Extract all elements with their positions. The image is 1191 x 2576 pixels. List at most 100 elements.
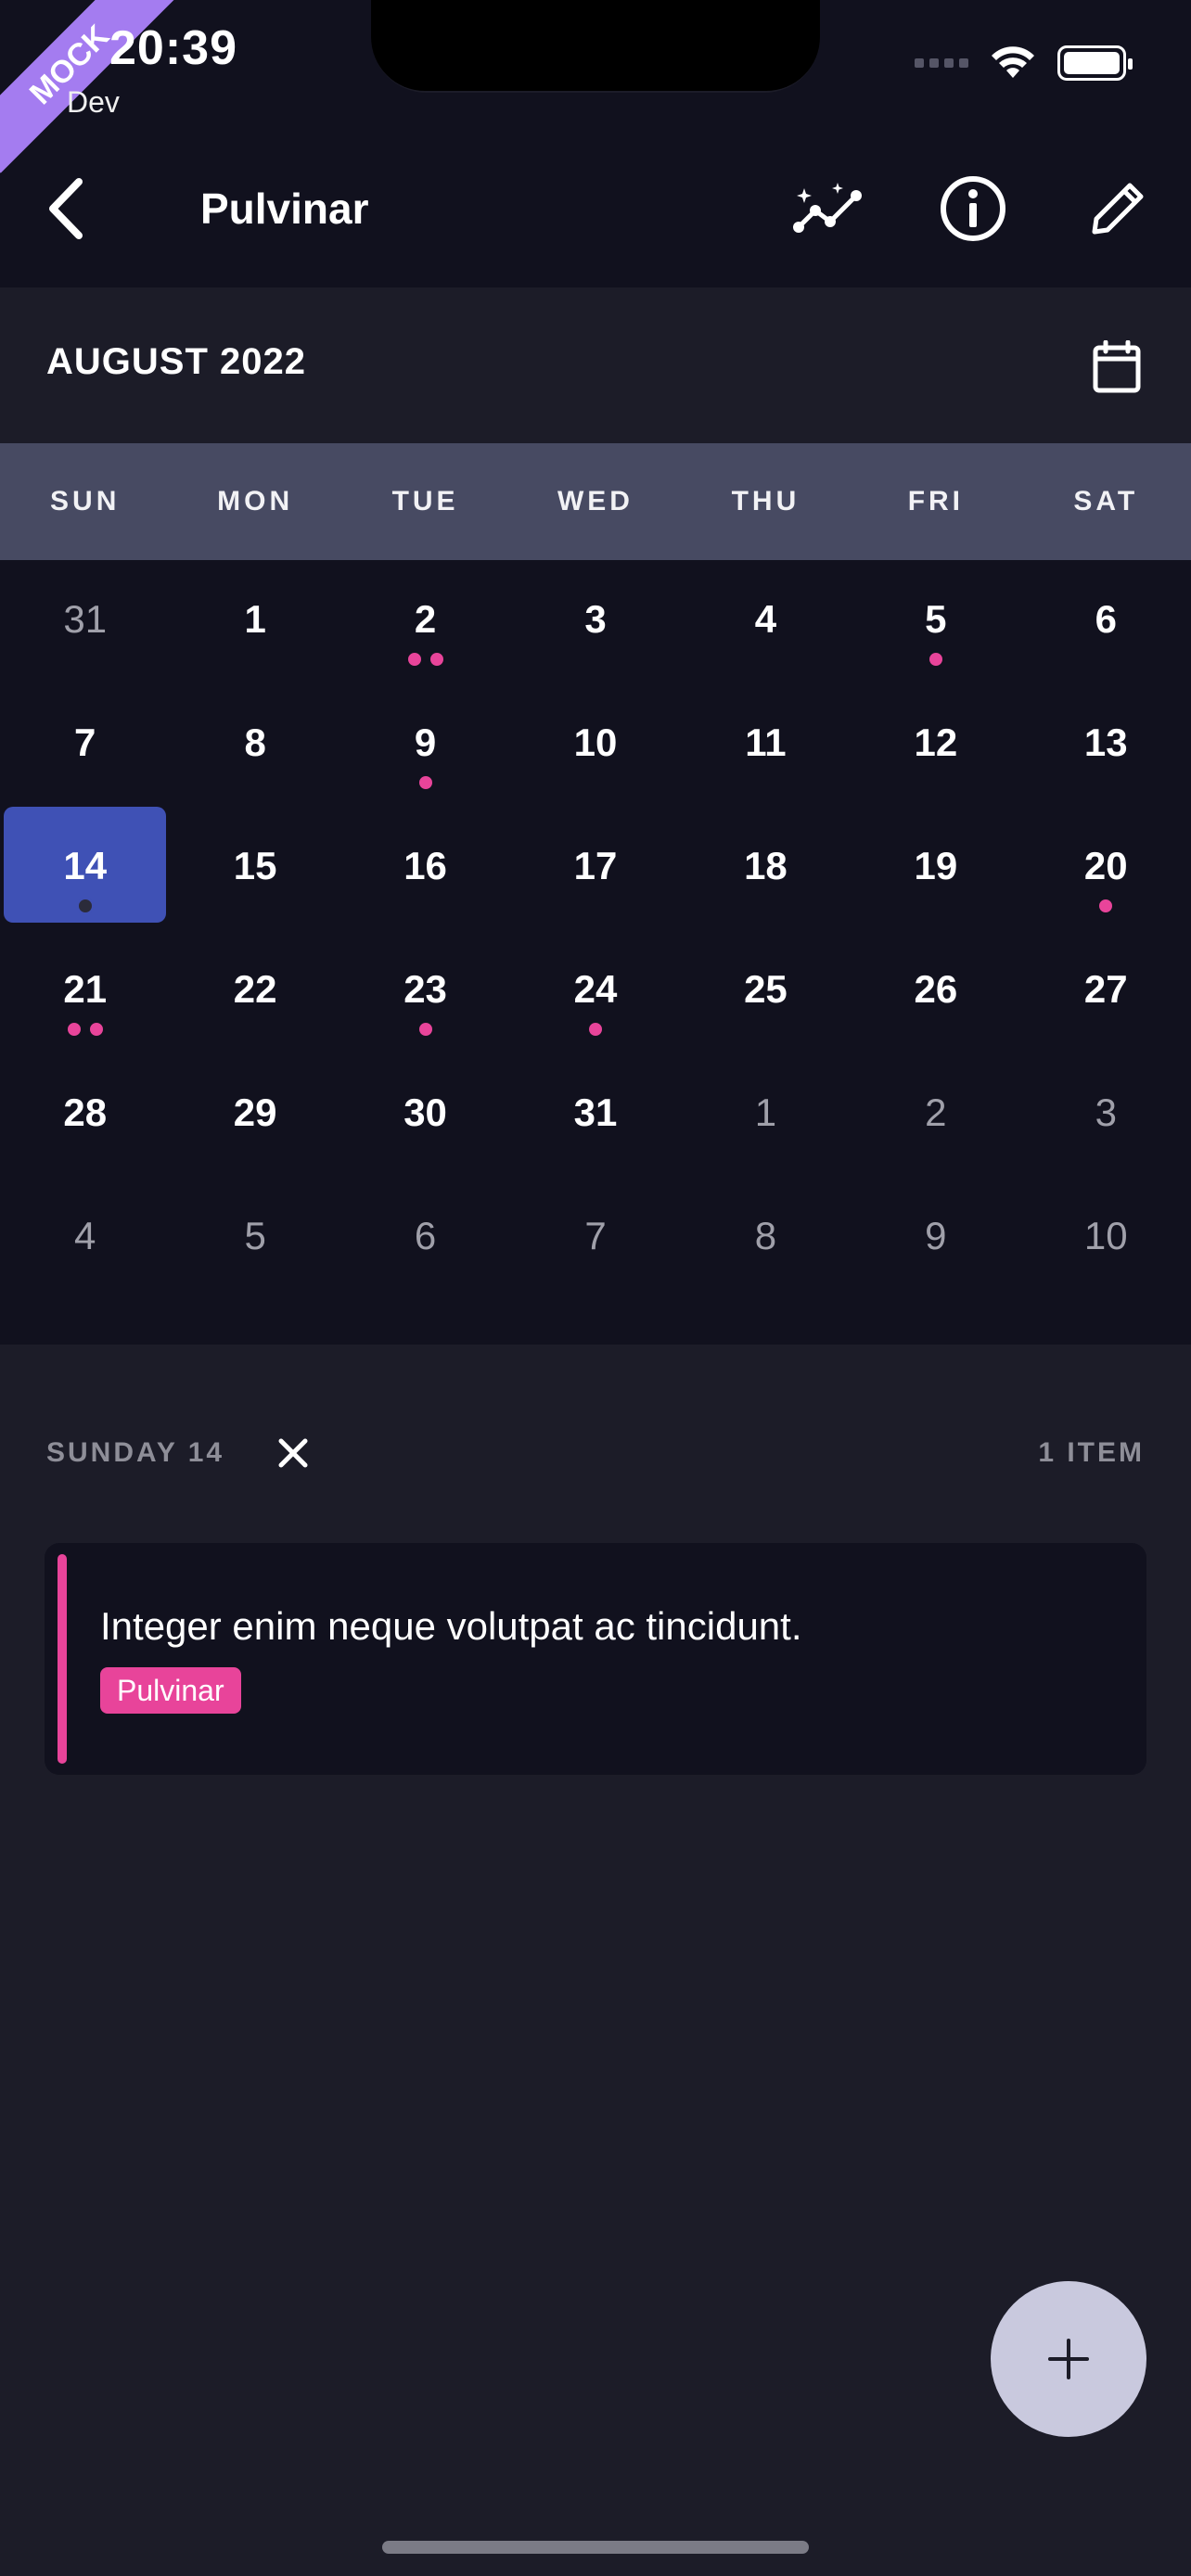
calendar-day[interactable]: 6 — [1021, 560, 1191, 683]
calendar-day[interactable]: 17 — [510, 807, 680, 930]
event-dot — [586, 1021, 604, 1038]
item-count: 1 ITEM — [1038, 1437, 1145, 1468]
weekday-label: WED — [557, 486, 634, 516]
day-number: 8 — [754, 1214, 777, 1257]
calendar-day[interactable]: 21 — [0, 930, 170, 1053]
day-number: 1 — [754, 1090, 777, 1134]
calendar-day[interactable]: 25 — [681, 930, 851, 1053]
event-color-stripe — [58, 1554, 67, 1764]
calendar-day[interactable]: 15 — [170, 807, 339, 930]
calendar-day[interactable]: 2 — [851, 1053, 1020, 1177]
calendar-day[interactable]: 3 — [510, 560, 680, 683]
calendar-day[interactable]: 9 — [340, 683, 510, 807]
day-number: 24 — [573, 967, 618, 1011]
day-number: 13 — [1083, 721, 1128, 764]
day-number: 29 — [233, 1090, 277, 1134]
calendar-day[interactable]: 9 — [851, 1177, 1020, 1300]
calendar-day[interactable]: 20 — [1021, 807, 1191, 930]
day-number: 26 — [914, 967, 958, 1011]
day-number: 11 — [745, 721, 787, 764]
selected-date-label: SUNDAY 14 — [46, 1437, 225, 1468]
event-dots — [416, 1021, 434, 1038]
calendar-day[interactable]: 30 — [340, 1053, 510, 1177]
day-number: 5 — [244, 1214, 266, 1257]
calendar-day[interactable]: 29 — [170, 1053, 339, 1177]
calendar-day[interactable]: 31 — [0, 560, 170, 683]
calendar-picker-button[interactable] — [1080, 330, 1154, 404]
day-number: 6 — [1095, 597, 1117, 641]
calendar-day[interactable]: 1 — [170, 560, 339, 683]
event-dots — [76, 898, 94, 914]
calendar-day[interactable]: 22 — [170, 930, 339, 1053]
event-dots — [586, 1021, 604, 1038]
weekday-label: MON — [217, 486, 294, 516]
calendar-day[interactable]: 10 — [510, 683, 680, 807]
calendar-day[interactable]: 13 — [1021, 683, 1191, 807]
calendar-day[interactable]: 5 — [170, 1177, 339, 1300]
calendar-day[interactable]: 23 — [340, 930, 510, 1053]
day-number: 8 — [244, 721, 266, 764]
info-icon — [941, 176, 1005, 241]
calendar-day[interactable]: 10 — [1021, 1177, 1191, 1300]
calendar-day[interactable]: 16 — [340, 807, 510, 930]
event-dots — [1097, 898, 1115, 914]
clear-selection-button[interactable] — [265, 1422, 321, 1484]
calendar-day[interactable]: 24 — [510, 930, 680, 1053]
calendar-day[interactable]: 1 — [681, 1053, 851, 1177]
calendar-day[interactable]: 12 — [851, 683, 1020, 807]
edit-icon — [1092, 183, 1144, 235]
calendar-day[interactable]: 19 — [851, 807, 1020, 930]
calendar-day[interactable]: 4 — [681, 560, 851, 683]
day-number: 31 — [573, 1090, 618, 1134]
day-number: 17 — [573, 844, 618, 887]
event-dots — [416, 774, 434, 791]
back-button[interactable] — [28, 167, 102, 250]
day-number: 2 — [925, 1090, 947, 1134]
day-number: 25 — [744, 967, 788, 1011]
day-number: 31 — [63, 597, 108, 641]
calendar-day-selected[interactable]: 14 — [0, 807, 170, 930]
notch — [371, 0, 820, 91]
day-number: 18 — [744, 844, 788, 887]
add-event-button[interactable] — [991, 2281, 1146, 2437]
calendar-day[interactable]: 27 — [1021, 930, 1191, 1053]
day-number: 21 — [63, 967, 108, 1011]
weekday-label: THU — [731, 486, 800, 516]
event-dot — [416, 774, 434, 791]
calendar-day[interactable]: 26 — [851, 930, 1020, 1053]
insights-button[interactable] — [787, 167, 870, 250]
calendar-day[interactable]: 2 — [340, 560, 510, 683]
edit-button[interactable] — [1076, 167, 1159, 250]
weekday-header-row: SUN MON TUE WED THU FRI SAT — [0, 443, 1191, 560]
event-title: Integer enim neque volutpat ac tincidunt… — [100, 1604, 802, 1648]
calendar-day[interactable]: 8 — [170, 683, 339, 807]
screen: MOCK 20:39 Dev Pulvinar AUGUST 2022 SUN … — [0, 0, 1191, 2576]
event-card[interactable]: Integer enim neque volutpat ac tincidunt… — [45, 1543, 1146, 1775]
weekday-label: SUN — [50, 486, 121, 516]
day-number: 4 — [74, 1214, 96, 1257]
calendar-day[interactable]: 18 — [681, 807, 851, 930]
calendar-day[interactable]: 5 — [851, 560, 1020, 683]
signal-icon — [915, 58, 968, 68]
weekday-label: FRI — [907, 486, 965, 516]
selected-day-header: SUNDAY 14 1 ITEM — [0, 1345, 1191, 1539]
day-number: 10 — [573, 721, 618, 764]
calendar-day[interactable]: 4 — [0, 1177, 170, 1300]
weekday-label: TUE — [391, 486, 459, 516]
calendar-day[interactable]: 8 — [681, 1177, 851, 1300]
month-label[interactable]: AUGUST 2022 — [46, 341, 306, 383]
day-number: 7 — [584, 1214, 607, 1257]
calendar-day[interactable]: 28 — [0, 1053, 170, 1177]
info-button[interactable] — [931, 167, 1015, 250]
calendar-day[interactable]: 11 — [681, 683, 851, 807]
event-dot — [428, 651, 445, 668]
calendar-day[interactable]: 7 — [510, 1177, 680, 1300]
event-tag: Pulvinar — [100, 1667, 241, 1714]
event-dots — [65, 1021, 105, 1038]
calendar-day[interactable]: 6 — [340, 1177, 510, 1300]
calendar-day[interactable]: 7 — [0, 683, 170, 807]
calendar-day[interactable]: 31 — [510, 1053, 680, 1177]
calendar-day[interactable]: 3 — [1021, 1053, 1191, 1177]
weekday-label: SAT — [1073, 486, 1139, 516]
home-indicator[interactable] — [382, 2541, 809, 2554]
